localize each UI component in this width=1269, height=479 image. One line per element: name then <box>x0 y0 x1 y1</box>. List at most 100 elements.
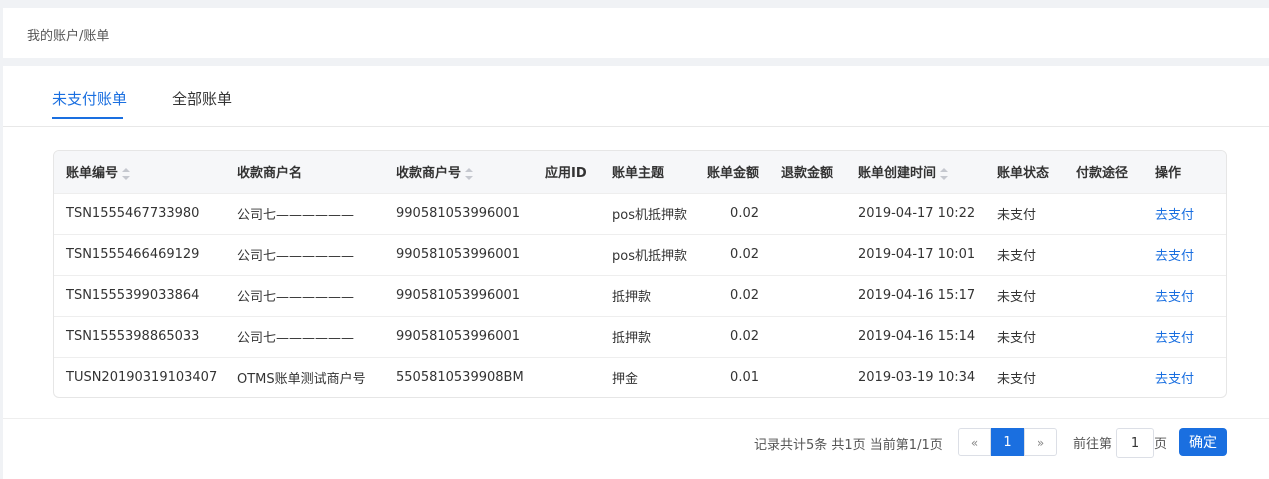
app-id-cell <box>533 275 600 316</box>
merchant-no-cell: 990581053996001 <box>396 247 521 262</box>
refund-cell <box>769 275 846 316</box>
action-cell: 去支付 <box>1143 275 1226 316</box>
pay-now-link[interactable]: 去支付 <box>1155 331 1194 346</box>
merchant-name-cell: 公司七—————— <box>237 249 355 264</box>
merchant-name-cell: 公司七—————— <box>237 290 355 305</box>
table-row: TUSN20190319103407 OTMS账单测试商户号 55058105399… <box>54 357 1226 397</box>
header-label: 账单编号 <box>66 166 119 182</box>
app-id-cell <box>533 316 600 357</box>
created-time-cell: 2019-04-17 10:22 <box>858 206 976 221</box>
header-label: 账单创建时间 <box>858 166 937 182</box>
sort-icon[interactable] <box>122 167 131 180</box>
merchant-no-cell: 5505810539908BM <box>396 370 524 386</box>
column-header-created-time[interactable]: 账单创建时间 <box>846 151 985 193</box>
merchant-name-cell: 公司七—————— <box>237 331 355 346</box>
table-body: TSN1555467733980 公司七—————— 990581053996001… <box>54 193 1226 397</box>
subject-cell: 押金 <box>612 372 639 388</box>
divider <box>3 418 1269 419</box>
app-id-cell <box>533 193 600 234</box>
column-header-refund: 退款金额 <box>781 166 834 182</box>
bill-no-cell: TSN1555466469129 <box>66 247 200 262</box>
refund-cell <box>769 357 846 397</box>
merchant-no-cell: 990581053996001 <box>396 288 521 303</box>
column-header-pay-method: 付款途径 <box>1076 166 1129 182</box>
amount-cell: 0.02 <box>730 329 759 344</box>
status-cell: 未支付 <box>997 331 1037 346</box>
next-page-button[interactable]: » <box>1024 428 1057 456</box>
amount-cell: 0.01 <box>730 370 759 386</box>
table-row: TSN1555399033864 公司七—————— 990581053996001… <box>54 275 1226 316</box>
bill-panel: 未支付账单 全部账单 账单编号 收款商户名 收款商户号 应用ID 账单主题 账单… <box>3 66 1269 479</box>
status-cell: 未支付 <box>997 208 1037 223</box>
sort-icon[interactable] <box>940 167 949 180</box>
breadcrumb-bar: 我的账户/账单 <box>3 8 1269 58</box>
created-time-cell: 2019-04-16 15:14 <box>858 329 976 344</box>
status-cell: 未支付 <box>997 290 1037 305</box>
pagination-summary: 记录共计5条 共1页 当前第1/1页 <box>754 438 943 453</box>
column-header-bill-no[interactable]: 账单编号 <box>54 151 225 193</box>
pay-method-cell <box>1064 357 1143 397</box>
status-cell: 未支付 <box>997 249 1037 264</box>
app-id-cell <box>533 234 600 275</box>
created-time-cell: 2019-04-17 10:01 <box>858 247 976 262</box>
table-header-row: 账单编号 收款商户名 收款商户号 应用ID 账单主题 账单金额 退款金额 账单创… <box>54 151 1226 193</box>
pay-method-cell <box>1064 275 1143 316</box>
table-row: TSN1555466469129 公司七—————— 990581053996001… <box>54 234 1226 275</box>
page-button-1[interactable]: 1 <box>991 428 1024 456</box>
merchant-no-cell: 990581053996001 <box>396 206 521 221</box>
pay-now-link[interactable]: 去支付 <box>1155 372 1194 387</box>
subject-cell: 抵押款 <box>612 290 652 305</box>
action-cell: 去支付 <box>1143 316 1226 357</box>
bill-no-cell: TSN1555467733980 <box>66 206 200 221</box>
subject-cell: pos机抵押款 <box>612 249 687 264</box>
table-row: TSN1555398865033 公司七—————— 990581053996001… <box>54 316 1226 357</box>
bill-table: 账单编号 收款商户名 收款商户号 应用ID 账单主题 账单金额 退款金额 账单创… <box>53 150 1227 398</box>
goto-unit-label: 页 <box>1154 437 1168 452</box>
merchant-no-cell: 990581053996001 <box>396 329 521 344</box>
app-id-cell <box>533 357 600 397</box>
action-cell: 去支付 <box>1143 193 1226 234</box>
column-header-status: 账单状态 <box>997 166 1050 182</box>
created-time-cell: 2019-04-16 15:17 <box>858 288 976 303</box>
amount-cell: 0.02 <box>730 247 759 262</box>
column-header-merchant-no[interactable]: 收款商户号 <box>384 151 533 193</box>
refund-cell <box>769 234 846 275</box>
pay-now-link[interactable]: 去支付 <box>1155 290 1194 305</box>
column-header-action: 操作 <box>1155 166 1182 182</box>
goto-label: 前往第 <box>1073 437 1113 452</box>
pay-now-link[interactable]: 去支付 <box>1155 249 1194 264</box>
column-header-amount: 账单金额 <box>707 166 760 182</box>
column-header-subject: 账单主题 <box>612 166 665 182</box>
confirm-button[interactable]: 确定 <box>1179 428 1227 456</box>
bill-no-cell: TSN1555398865033 <box>66 329 200 344</box>
goto-page-input[interactable] <box>1116 428 1154 458</box>
tab-bar: 未支付账单 全部账单 <box>3 66 1269 127</box>
subject-cell: 抵押款 <box>612 331 652 346</box>
pay-now-link[interactable]: 去支付 <box>1155 208 1194 223</box>
prev-page-button[interactable]: « <box>958 428 991 456</box>
bill-no-cell: TUSN20190319103407 <box>66 370 218 386</box>
active-tab-indicator <box>52 117 123 119</box>
tab-unpaid-bills[interactable]: 未支付账单 <box>52 88 127 109</box>
breadcrumb: 我的账户/账单 <box>27 29 110 44</box>
bill-no-cell: TSN1555399033864 <box>66 288 200 303</box>
pay-method-cell <box>1064 234 1143 275</box>
amount-cell: 0.02 <box>730 288 759 303</box>
tab-all-bills[interactable]: 全部账单 <box>172 88 232 109</box>
merchant-name-cell: 公司七—————— <box>237 208 355 223</box>
sort-icon[interactable] <box>465 167 474 180</box>
column-header-merchant-name: 收款商户名 <box>237 166 303 182</box>
action-cell: 去支付 <box>1143 234 1226 275</box>
pay-method-cell <box>1064 316 1143 357</box>
action-cell: 去支付 <box>1143 357 1226 397</box>
refund-cell <box>769 316 846 357</box>
amount-cell: 0.02 <box>730 206 759 221</box>
status-cell: 未支付 <box>997 372 1037 388</box>
subject-cell: pos机抵押款 <box>612 208 687 223</box>
header-label: 收款商户号 <box>396 166 462 182</box>
refund-cell <box>769 193 846 234</box>
pay-method-cell <box>1064 193 1143 234</box>
merchant-name-cell: OTMS账单测试商户号 <box>237 372 366 388</box>
column-header-app-id: 应用ID <box>545 166 587 182</box>
table-row: TSN1555467733980 公司七—————— 990581053996001… <box>54 193 1226 234</box>
